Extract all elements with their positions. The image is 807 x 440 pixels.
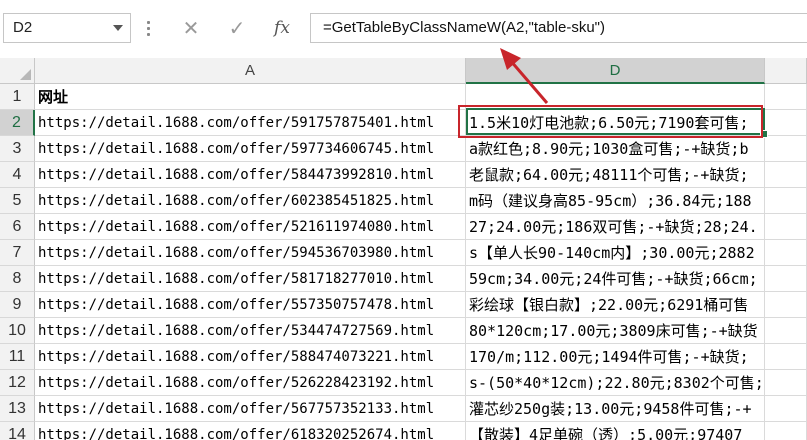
- row-header[interactable]: 9: [0, 292, 35, 318]
- cell-d[interactable]: 27;24.00元;186双可售;-+缺货;28;24.: [466, 214, 765, 240]
- column-header-a[interactable]: A: [35, 58, 466, 84]
- cell-empty[interactable]: [765, 162, 807, 188]
- cell-a[interactable]: https://detail.1688.com/offer/5917578754…: [35, 110, 466, 136]
- cell-empty[interactable]: [765, 84, 807, 110]
- row-header[interactable]: 3: [0, 136, 35, 162]
- name-box-value: D2: [13, 19, 33, 36]
- cell-empty[interactable]: [765, 422, 807, 440]
- cell-empty[interactable]: [765, 344, 807, 370]
- cell-a[interactable]: https://detail.1688.com/offer/5677573521…: [35, 396, 466, 422]
- row-header[interactable]: 2: [0, 110, 35, 136]
- name-box[interactable]: D2: [3, 13, 131, 43]
- row-header[interactable]: 10: [0, 318, 35, 344]
- cell-a[interactable]: https://detail.1688.com/offer/5945367039…: [35, 240, 466, 266]
- cell-d[interactable]: 1.5米10灯电池款;6.50元;7190套可售;: [466, 110, 765, 136]
- cell-a[interactable]: https://detail.1688.com/offer/5344747275…: [35, 318, 466, 344]
- cell-a[interactable]: https://detail.1688.com/offer/5573507574…: [35, 292, 466, 318]
- cell-d[interactable]: 老鼠款;64.00元;48111个可售;-+缺货;: [466, 162, 765, 188]
- row-header[interactable]: 14: [0, 422, 35, 440]
- chevron-down-icon[interactable]: [113, 25, 123, 31]
- cell-d[interactable]: 【散装】4足单碗（透）;5.00元;97407: [466, 422, 765, 440]
- cell-d[interactable]: 灌芯纱250g装;13.00元;9458件可售;-+: [466, 396, 765, 422]
- cell-d[interactable]: m码（建议身高85-95cm）;36.84元;188: [466, 188, 765, 214]
- column-header-d[interactable]: D: [466, 58, 765, 84]
- cell-d[interactable]: 59cm;34.00元;24件可售;-+缺货;66cm;: [466, 266, 765, 292]
- spreadsheet-grid: AD 1 网址 2 https://detail.1688.com/offer/591…: [0, 58, 807, 440]
- cell-d[interactable]: s【单人长90-140cm内】;30.00元;2882: [466, 240, 765, 266]
- cell-a[interactable]: https://detail.1688.com/offer/6183202526…: [35, 422, 466, 440]
- fill-handle[interactable]: [760, 130, 768, 138]
- cell-a[interactable]: https://detail.1688.com/offer/5977346067…: [35, 136, 466, 162]
- cell-a[interactable]: https://detail.1688.com/offer/6023854518…: [35, 188, 466, 214]
- cell-d[interactable]: 彩绘球【银白款】;22.00元;6291桶可售: [466, 292, 765, 318]
- row-header[interactable]: 4: [0, 162, 35, 188]
- cell-d[interactable]: 170/m;112.00元;1494件可售;-+缺货;: [466, 344, 765, 370]
- enter-icon[interactable]: ✓: [222, 13, 252, 43]
- cell-a[interactable]: https://detail.1688.com/offer/5262284231…: [35, 370, 466, 396]
- cell-empty[interactable]: [765, 240, 807, 266]
- row-header[interactable]: 6: [0, 214, 35, 240]
- cancel-icon[interactable]: ✕: [176, 13, 206, 43]
- cell-a[interactable]: https://detail.1688.com/offer/5216119740…: [35, 214, 466, 240]
- formula-bar-grip-icon[interactable]: [147, 21, 151, 37]
- formula-input[interactable]: =GetTableByClassNameW(A2,"table-sku"): [310, 13, 807, 43]
- row-header[interactable]: 13: [0, 396, 35, 422]
- cell-d[interactable]: [466, 84, 765, 110]
- cell-a[interactable]: https://detail.1688.com/offer/5817182770…: [35, 266, 466, 292]
- select-all-button[interactable]: [0, 58, 35, 84]
- cell-a[interactable]: https://detail.1688.com/offer/5844739928…: [35, 162, 466, 188]
- cell-empty[interactable]: [765, 110, 807, 136]
- column-header-next[interactable]: [765, 58, 807, 84]
- cell-empty[interactable]: [765, 188, 807, 214]
- cell-empty[interactable]: [765, 266, 807, 292]
- cell-empty[interactable]: [765, 396, 807, 422]
- cell-d[interactable]: 80*120cm;17.00元;3809床可售;-+缺货: [466, 318, 765, 344]
- cell-empty[interactable]: [765, 318, 807, 344]
- cell-empty[interactable]: [765, 214, 807, 240]
- row-header[interactable]: 1: [0, 84, 35, 110]
- formula-buttons: ✕ ✓ fx: [170, 13, 305, 43]
- cell-d[interactable]: s-(50*40*12cm);22.80元;8302个可售;: [466, 370, 765, 396]
- formula-text: =GetTableByClassNameW(A2,"table-sku"): [323, 19, 605, 36]
- insert-function-icon[interactable]: fx: [267, 13, 297, 43]
- row-header[interactable]: 8: [0, 266, 35, 292]
- cell-empty[interactable]: [765, 292, 807, 318]
- formula-bar: D2 ✕ ✓ fx =GetTableByClassNameW(A2,"tabl…: [0, 0, 807, 57]
- row-header[interactable]: 11: [0, 344, 35, 370]
- cell-empty[interactable]: [765, 370, 807, 396]
- cell-d[interactable]: a款红色;8.90元;1030盒可售;-+缺货;b: [466, 136, 765, 162]
- select-all-icon: [20, 69, 31, 80]
- row-header[interactable]: 5: [0, 188, 35, 214]
- row-header[interactable]: 12: [0, 370, 35, 396]
- cell-empty[interactable]: [765, 136, 807, 162]
- cell-a[interactable]: 网址: [35, 84, 466, 110]
- row-header[interactable]: 7: [0, 240, 35, 266]
- cell-a[interactable]: https://detail.1688.com/offer/5884740732…: [35, 344, 466, 370]
